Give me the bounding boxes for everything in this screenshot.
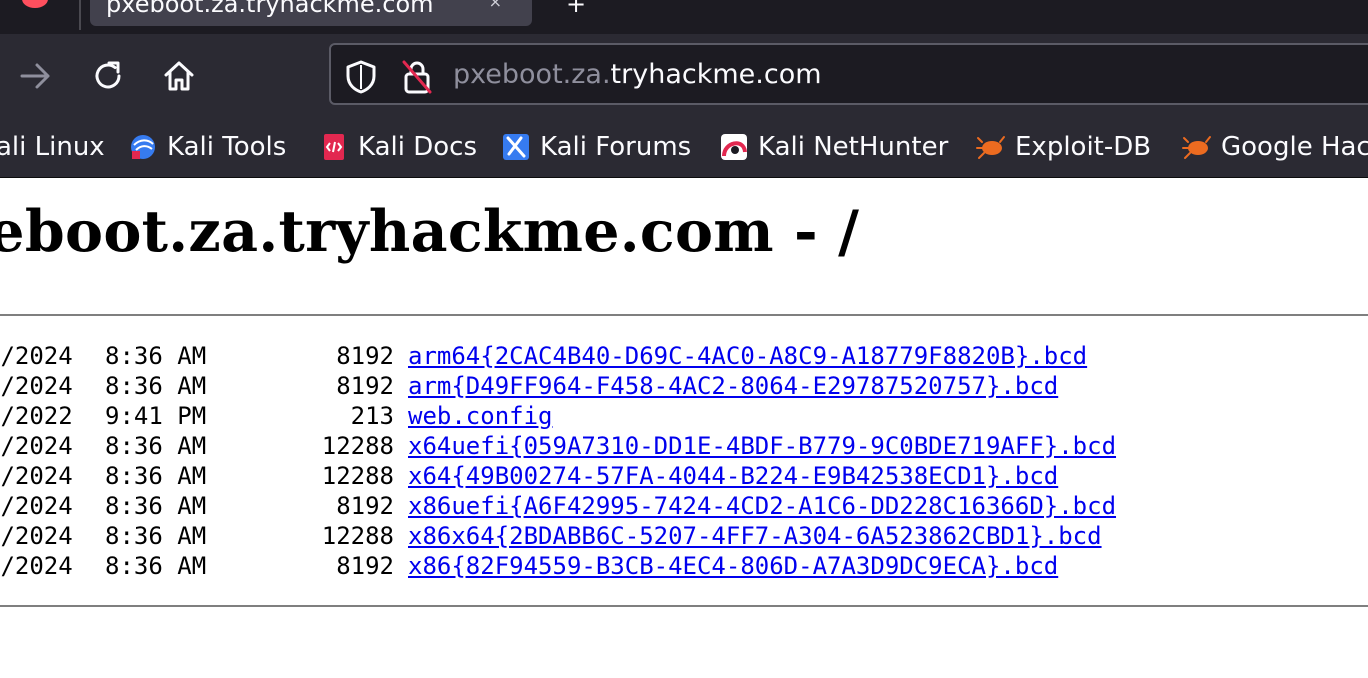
listing-row: 5/2024 8:36 AM 8192 arm64{2CAC4B40-D69C-4AC…	[0, 342, 1368, 372]
file-size: 213	[350, 402, 394, 430]
bookmark-google-hacking-db[interactable]: Google Hac	[1182, 130, 1368, 164]
file-link[interactable]: arm64{2CAC4B40-D69C-4AC0-A8C9-A18779F882…	[408, 342, 1087, 370]
horizontal-rule-top	[0, 314, 1368, 316]
page-title: xeboot.za.tryhackme.com - /	[0, 198, 860, 265]
file-time: 9:41 PM	[105, 402, 207, 430]
file-date: 5/2024	[0, 462, 73, 490]
listing-row: 5/2024 8:36 AM 12288 x64{49B00274-57FA-4044…	[0, 462, 1368, 492]
listing-row: 5/2024 8:36 AM 12288 x64uefi{059A7310-DD1E-…	[0, 432, 1368, 462]
file-size: 8192	[336, 492, 394, 520]
bookmark-kali-nethunter[interactable]: Kali NetHunter	[719, 130, 948, 164]
bookmark-kali-docs[interactable]: Kali Docs	[319, 130, 477, 164]
bookmark-label: Google Hac	[1221, 132, 1368, 162]
listing-row: 5/2024 8:36 AM 8192 x86{82F94559-B3CB-4EC4-…	[0, 552, 1368, 582]
reload-icon	[95, 61, 121, 89]
url-subdomain: pxeboot.za.	[453, 59, 611, 90]
directory-listing: 5/2024 8:36 AM 8192 arm64{2CAC4B40-D69C-4AC…	[0, 342, 1368, 582]
url-text[interactable]: pxeboot.za.tryhackme.com	[453, 59, 822, 90]
file-time: 8:36 AM	[105, 552, 207, 580]
forward-button[interactable]	[14, 54, 58, 98]
file-time: 8:36 AM	[105, 432, 207, 460]
kali-tools-icon	[131, 135, 155, 159]
file-time: 8:36 AM	[105, 462, 207, 490]
navigation-toolbar: pxeboot.za.tryhackme.com	[0, 34, 1368, 118]
bookmark-label: Kali Tools	[167, 132, 287, 162]
home-button[interactable]	[157, 54, 201, 98]
bookmark-label: Kali NetHunter	[758, 132, 949, 162]
horizontal-rule-bottom	[0, 605, 1368, 607]
file-time: 8:36 AM	[105, 522, 207, 550]
file-date: 5/2024	[0, 492, 73, 520]
bookmark-kali-forums[interactable]: Kali Forums	[501, 130, 691, 164]
exploit-db-icon	[976, 136, 1005, 159]
listing-row: 4/2022 9:41 PM 213 web.config	[0, 402, 1368, 432]
tracking-protection-shield-icon[interactable]	[345, 60, 377, 94]
file-size: 12288	[321, 462, 394, 490]
file-date: 4/2022	[0, 402, 73, 430]
tab-title: pxeboot.za.tryhackme.com	[106, 0, 434, 18]
home-icon	[164, 61, 194, 91]
reload-button[interactable]	[86, 54, 130, 98]
file-date: 5/2024	[0, 342, 73, 370]
file-size: 12288	[321, 432, 394, 460]
kali-docs-icon	[324, 134, 344, 160]
file-link[interactable]: x64{49B00274-57FA-4044-B224-E9B42538ECD1…	[408, 462, 1058, 490]
address-bar[interactable]: pxeboot.za.tryhackme.com	[329, 43, 1368, 105]
file-date: 5/2024	[0, 372, 73, 400]
file-size: 12288	[321, 522, 394, 550]
window-close-button[interactable]	[22, 0, 48, 8]
bookmark-exploit-db[interactable]: Exploit-DB	[976, 130, 1151, 164]
google-hacking-icon	[1182, 136, 1211, 159]
file-time: 8:36 AM	[105, 342, 207, 370]
file-link[interactable]: web.config	[408, 402, 553, 430]
file-link[interactable]: arm{D49FF964-F458-4AC2-8064-E29787520757…	[408, 372, 1058, 400]
file-time: 8:36 AM	[105, 372, 207, 400]
file-size: 8192	[336, 372, 394, 400]
browser-tab-active[interactable]: pxeboot.za.tryhackme.com ×	[90, 0, 532, 26]
file-date: 5/2024	[0, 522, 73, 550]
tab-close-icon[interactable]: ×	[489, 0, 502, 11]
file-size: 8192	[336, 552, 394, 580]
new-tab-button[interactable]: +	[566, 0, 586, 18]
tab-divider	[79, 0, 81, 30]
bookmark-kali-tools[interactable]: Kali Tools	[128, 130, 286, 164]
file-time: 8:36 AM	[105, 492, 207, 520]
bookmark-label: Kali Forums	[540, 132, 692, 162]
bookmark-label: ali Linux	[0, 132, 105, 162]
url-domain: tryhackme.com	[610, 59, 822, 90]
file-link[interactable]: x86{82F94559-B3CB-4EC4-806D-A7A3D9DC9ECA…	[408, 552, 1058, 580]
file-link[interactable]: x86x64{2BDABB6C-5207-4FF7-A304-6A523862C…	[408, 522, 1102, 550]
listing-row: 5/2024 8:36 AM 8192 arm{D49FF964-F458-4AC2-…	[0, 372, 1368, 402]
bookmark-label: Exploit-DB	[1015, 132, 1152, 162]
file-link[interactable]: x86uefi{A6F42995-7424-4CD2-A1C6-DD228C16…	[408, 492, 1116, 520]
listing-row: 5/2024 8:36 AM 12288 x86x64{2BDABB6C-5207-4…	[0, 522, 1368, 552]
file-date: 5/2024	[0, 552, 73, 580]
tab-strip: pxeboot.za.tryhackme.com × +	[0, 0, 1368, 34]
listing-row: 5/2024 8:36 AM 8192 x86uefi{A6F42995-7424-4…	[0, 492, 1368, 522]
insecure-lock-icon[interactable]	[401, 59, 433, 95]
bookmark-kali-linux[interactable]: ali Linux	[0, 130, 105, 164]
file-link[interactable]: x64uefi{059A7310-DD1E-4BDF-B779-9C0BDE71…	[408, 432, 1116, 460]
file-date: 5/2024	[0, 432, 73, 460]
bookmarks-toolbar: ali Linux Kali Tools Kali Docs Kali Foru…	[0, 118, 1368, 178]
bookmark-label: Kali Docs	[358, 132, 478, 162]
kali-forums-icon	[503, 134, 529, 160]
forward-arrow-icon	[20, 63, 50, 89]
file-size: 8192	[336, 342, 394, 370]
kali-nethunter-icon	[721, 134, 747, 160]
